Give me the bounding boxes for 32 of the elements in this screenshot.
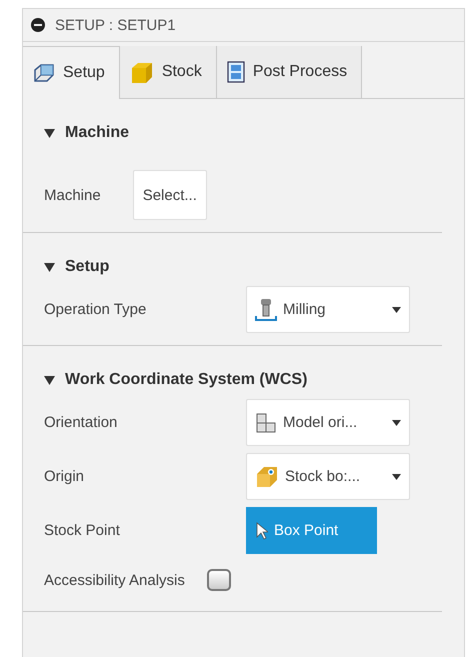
field-label: Origin [44,468,86,485]
field-label: Machine [44,186,101,204]
minus-circle-icon[interactable] [31,18,45,32]
dropdown[interactable]: Stock bo:... [246,453,410,500]
caret-icon [392,306,401,312]
dropdown[interactable]: Milling [246,286,410,333]
section-title: Setup [65,258,110,276]
checkbox[interactable] [206,569,231,591]
box-point-icon [255,464,279,488]
tab[interactable]: Stock [120,46,217,98]
collapse-arrow-icon[interactable] [44,262,55,272]
cursor-icon [256,522,268,540]
select-button[interactable]: Select... [132,170,207,220]
field-label: Accessibility Analysis [44,572,185,588]
section-title: Machine [65,124,130,142]
section-title: Work Coordinate System (WCS) [65,371,308,389]
field-label: Operation Type [44,301,148,318]
caret-icon [392,420,401,426]
dropdown[interactable]: Model ori... [246,399,410,446]
tab[interactable]: Post Process [216,46,362,98]
caret-icon [392,474,401,480]
cube-outline-icon [33,62,55,84]
cube-icon [130,60,154,84]
document-icon [226,61,245,83]
drill-icon [255,298,277,322]
field-label: Orientation [44,414,118,431]
grid-squares-icon [255,412,277,434]
field-label: Stock Point [44,522,121,539]
tab[interactable]: Setup [23,46,120,99]
collapse-arrow-icon[interactable] [44,376,55,384]
panel-title: SETUP : SETUP1 [55,16,176,34]
collapse-arrow-icon[interactable] [44,128,55,138]
